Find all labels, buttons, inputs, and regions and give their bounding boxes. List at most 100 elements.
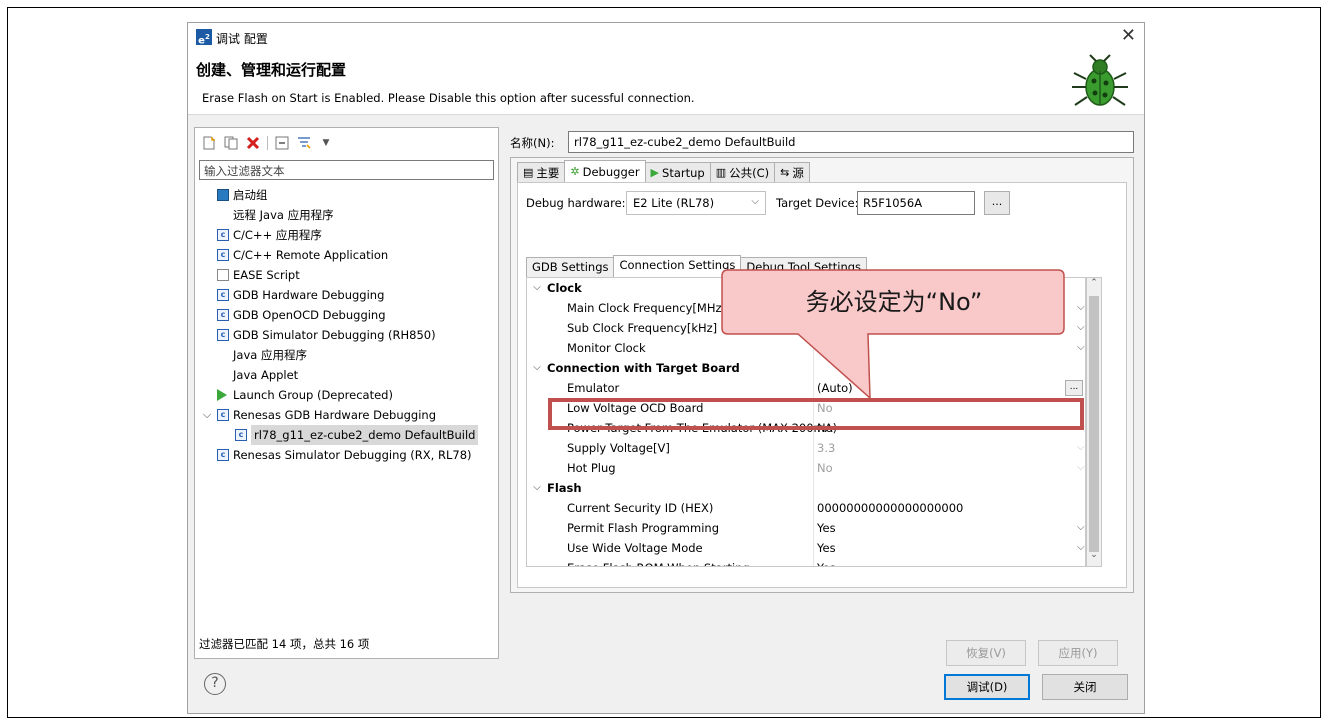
tree-item[interactable]: c GDB OpenOCD Debugging <box>199 305 496 325</box>
filter-status: 过滤器已匹配 14 项，总共 16 项 <box>199 637 370 651</box>
tab-label: Debugger <box>582 164 640 179</box>
collapse-all-icon[interactable] <box>274 135 290 151</box>
property-name: Erase Flash ROM When Starting <box>567 558 750 566</box>
tab-3[interactable]: ▥ 公共(C) <box>709 162 776 182</box>
tree-item[interactable]: c C/C++ 应用程序 <box>199 225 496 245</box>
editor-tab-area: ▤ 主要 ✲ Debugger ▶ Startup ▥ 公共(C) ⇆ 源 Debug hardw… <box>510 157 1134 593</box>
property-name: Connection with Target Board <box>547 361 740 375</box>
chevron-down-icon[interactable]: ⌵ <box>1077 558 1085 566</box>
property-row[interactable]: Hot Plug No ⌵ <box>527 458 1085 478</box>
c-icon: c <box>217 329 229 341</box>
tab-2[interactable]: ▶ Startup <box>644 162 711 182</box>
emulator-browse-button[interactable]: ... <box>1065 380 1083 396</box>
debug-hardware-value: E2 Lite (RL78) <box>633 196 715 210</box>
property-row[interactable]: Monitor Clock ⌵ <box>527 338 1085 358</box>
tree-item[interactable]: ⌵ c Renesas GDB Hardware Debugging <box>199 405 496 425</box>
scroll-down-icon[interactable]: ⌄ <box>1087 550 1101 566</box>
delete-config-icon[interactable] <box>245 135 261 151</box>
tree-item-label: GDB Simulator Debugging (RH850) <box>233 328 436 342</box>
tab-label: 源 <box>792 165 804 180</box>
tree-item[interactable]: Java Applet <box>199 365 496 385</box>
tab-4[interactable]: ⇆ 源 <box>774 162 810 182</box>
property-value[interactable]: Yes <box>817 538 836 558</box>
tree-item-label: GDB Hardware Debugging <box>233 288 385 302</box>
scroll-up-icon[interactable]: ⌃ <box>1087 278 1101 294</box>
editor-tabs: ▤ 主要 ✲ Debugger ▶ Startup ▥ 公共(C) ⇆ 源 <box>517 160 810 182</box>
c-icon: c <box>235 429 247 441</box>
target-device-input[interactable]: R5F1056A <box>857 191 975 215</box>
chevron-down-icon[interactable]: ⌵ <box>1077 338 1085 358</box>
property-row[interactable]: Emulator (Auto)... <box>527 378 1085 398</box>
property-name: Use Wide Voltage Mode <box>567 541 703 555</box>
property-row[interactable]: Erase Flash ROM When Starting Yes ⌵ <box>527 558 1085 566</box>
debug-button[interactable]: 调试(D) <box>944 674 1030 700</box>
dialog-header: 创建、管理和运行配置 Erase Flash on Start is Enabl… <box>188 51 1144 115</box>
property-value[interactable]: Yes <box>817 518 836 538</box>
sub-tab-0[interactable]: GDB Settings <box>526 257 615 277</box>
property-row[interactable]: Use Wide Voltage Mode Yes ⌵ <box>527 538 1085 558</box>
debug-hardware-label: Debug hardware: <box>526 196 626 210</box>
name-label: 名称(N): <box>510 136 555 150</box>
collapse-chevron-icon[interactable]: ⌵ <box>531 478 543 498</box>
tree-item[interactable]: c rl78_g11_ez-cube2_demo DefaultBuild <box>199 425 496 445</box>
property-category[interactable]: ⌵ Flash <box>527 478 1085 498</box>
tree-item[interactable]: EASE Script <box>199 265 496 285</box>
tree-item-label: C/C++ Remote Application <box>233 248 389 262</box>
tree-item[interactable]: Java 应用程序 <box>199 345 496 365</box>
tree-item-label: Java 应用程序 <box>233 348 307 362</box>
tab-1[interactable]: ✲ Debugger <box>564 160 646 182</box>
chevron-down-icon[interactable]: ⌵ <box>1077 438 1085 458</box>
configuration-tree: 启动组 远程 Java 应用程序 c C/C++ 应用程序 c C/C++ Remote … <box>199 185 496 465</box>
property-value[interactable]: No <box>817 458 833 478</box>
header-title: 创建、管理和运行配置 <box>196 61 347 79</box>
property-value[interactable]: 3.3 <box>817 438 835 458</box>
tree-item[interactable]: 启动组 <box>199 185 496 205</box>
config-toolbar: ▼ <box>201 132 334 154</box>
new-config-icon[interactable] <box>201 135 217 151</box>
scrollbar-thumb[interactable] <box>1089 296 1099 552</box>
tab-0[interactable]: ▤ 主要 <box>517 162 566 182</box>
duplicate-config-icon[interactable] <box>223 135 239 151</box>
property-value[interactable]: Yes <box>817 558 836 566</box>
property-row[interactable]: Current Security ID (HEX) 000000000000000… <box>527 498 1085 518</box>
play-icon <box>217 389 229 401</box>
expand-chevron-icon[interactable]: ⌵ <box>201 405 213 425</box>
tree-item[interactable]: c Renesas Simulator Debugging (RX, RL78) <box>199 445 496 465</box>
close-button[interactable]: 关闭 <box>1042 674 1128 700</box>
tree-item[interactable]: c GDB Simulator Debugging (RH850) <box>199 325 496 345</box>
property-name: Hot Plug <box>567 461 616 475</box>
tree-item-label: Launch Group (Deprecated) <box>233 388 393 402</box>
debug-bug-icon <box>1072 54 1128 106</box>
chevron-down-icon[interactable]: ⌵ <box>1077 318 1085 338</box>
grid-scrollbar[interactable]: ⌃ ⌄ <box>1086 277 1102 567</box>
property-name: Main Clock Frequency[MHz] <box>567 301 726 315</box>
script-icon <box>217 269 229 281</box>
play-icon: ▶ <box>650 165 660 179</box>
tree-item[interactable]: c C/C++ Remote Application <box>199 245 496 265</box>
tree-item[interactable]: Launch Group (Deprecated) <box>199 385 496 405</box>
apply-button[interactable]: 应用(Y) <box>1038 640 1118 666</box>
filter-input[interactable]: 输入过滤器文本 <box>199 160 494 180</box>
chevron-down-icon[interactable]: ⌵ <box>1077 458 1085 478</box>
close-icon[interactable]: ✕ <box>1121 26 1136 46</box>
property-row[interactable]: Supply Voltage[V] 3.3 ⌵ <box>527 438 1085 458</box>
property-value[interactable]: 00000000000000000000 <box>817 498 963 518</box>
debug-hardware-select[interactable]: E2 Lite (RL78) ⌵ <box>626 191 766 215</box>
view-menu-chevron-icon[interactable]: ▼ <box>318 135 334 151</box>
revert-button[interactable]: 恢复(V) <box>946 640 1026 666</box>
property-row[interactable]: Permit Flash Programming Yes ⌵ <box>527 518 1085 538</box>
chevron-down-icon[interactable]: ⌵ <box>1077 538 1085 558</box>
chevron-down-icon[interactable]: ⌵ <box>1077 298 1085 318</box>
collapse-chevron-icon[interactable]: ⌵ <box>531 358 543 378</box>
tree-item[interactable]: c GDB Hardware Debugging <box>199 285 496 305</box>
chevron-down-icon[interactable]: ⌵ <box>1077 518 1085 538</box>
property-category[interactable]: ⌵ Connection with Target Board <box>527 358 1085 378</box>
help-icon[interactable]: ? <box>204 673 226 695</box>
config-name-input[interactable]: rl78_g11_ez-cube2_demo DefaultBuild <box>568 131 1134 153</box>
property-value[interactable]: (Auto) <box>817 378 853 398</box>
tree-item[interactable]: 远程 Java 应用程序 <box>199 205 496 225</box>
target-device-browse-button[interactable]: ... <box>984 191 1010 215</box>
collapse-chevron-icon[interactable]: ⌵ <box>531 278 543 298</box>
sub-tab-1[interactable]: Connection Settings <box>613 255 742 277</box>
filter-icon[interactable] <box>296 135 312 151</box>
